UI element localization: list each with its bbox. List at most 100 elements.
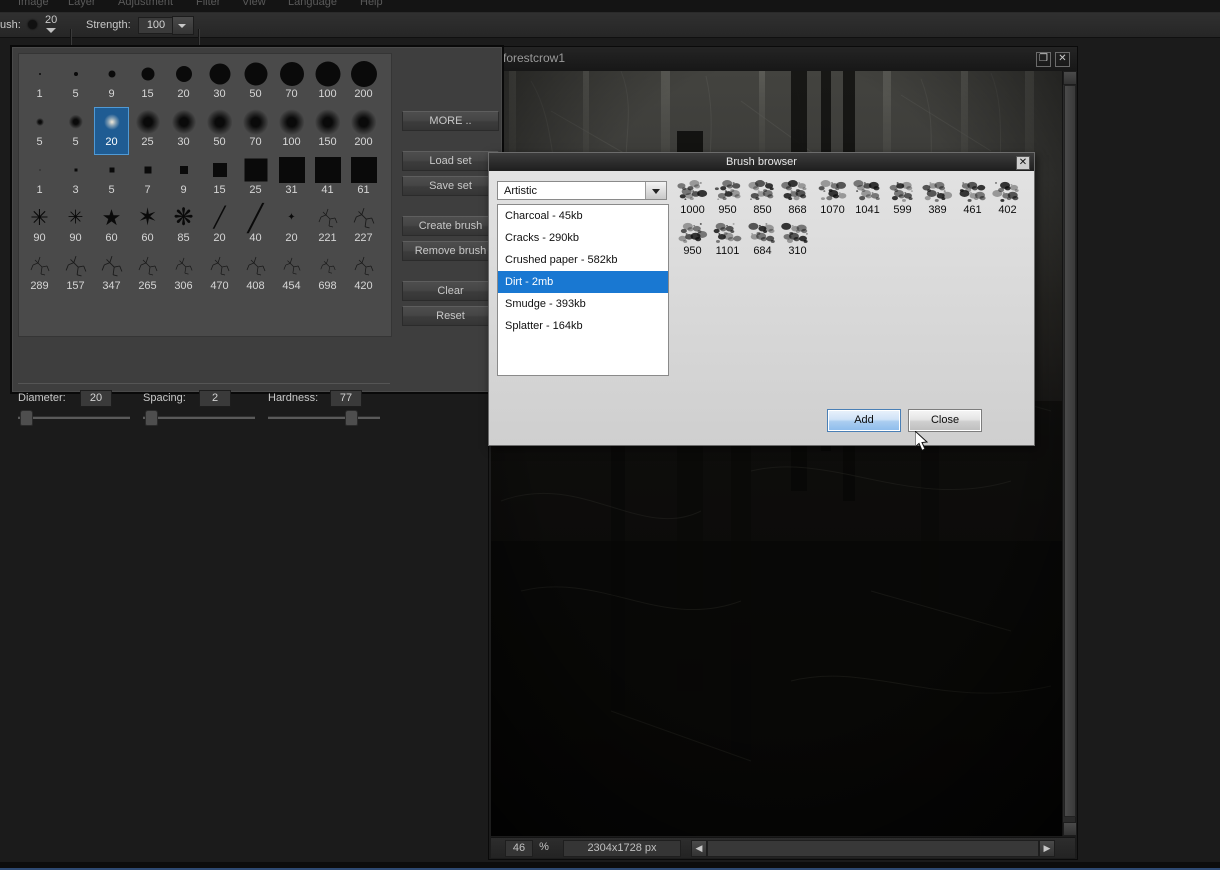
brush-set-item[interactable]: Charcoal - 45kb: [498, 205, 668, 227]
slider-knob[interactable]: [345, 410, 358, 426]
horizontal-scrollbar[interactable]: [707, 840, 1039, 857]
load-set-button[interactable]: Load set: [402, 151, 499, 171]
brush-preset-265-43[interactable]: 265: [130, 251, 165, 299]
scroll-down-icon[interactable]: [1063, 822, 1077, 836]
slider-value-input[interactable]: 2: [199, 390, 231, 407]
brush-thumbnail-grid[interactable]: 1000 950 850 868 1070 1041 599 389 461 402 950 1101…: [675, 179, 1025, 379]
brush-preset-85-34[interactable]: ❋ 85: [166, 203, 201, 251]
brush-preset-100-17[interactable]: 100: [274, 107, 309, 155]
slider-hardness[interactable]: Hardness: 77: [268, 390, 386, 430]
brush-thumb-389-7[interactable]: 389: [920, 179, 955, 221]
add-button[interactable]: Add: [827, 409, 901, 432]
brush-preset-70-16[interactable]: 70: [238, 107, 273, 155]
brush-preset-1-0[interactable]: 1: [22, 59, 57, 107]
category-dropdown-button[interactable]: [645, 182, 666, 199]
brush-size-value[interactable]: 20: [45, 14, 57, 26]
strength-input[interactable]: 100: [138, 17, 174, 34]
scroll-thumb[interactable]: [1064, 85, 1076, 817]
brush-thumb-1070-4[interactable]: 1070: [815, 179, 850, 221]
brush-preset-5-10[interactable]: 5: [22, 107, 57, 155]
brush-set-item[interactable]: Smudge - 393kb: [498, 293, 668, 315]
brush-preset-306-44[interactable]: 306: [166, 251, 201, 299]
slider-track[interactable]: [18, 416, 130, 419]
brush-thumb-1101-11[interactable]: 1101: [710, 220, 745, 262]
brush-preset-200-9[interactable]: 200: [346, 59, 381, 107]
brush-set-item[interactable]: Crushed paper - 582kb: [498, 249, 668, 271]
brush-preset-227-39[interactable]: 227: [346, 203, 381, 251]
scroll-up-icon[interactable]: [1063, 71, 1077, 85]
brush-preset-200-19[interactable]: 200: [346, 107, 381, 155]
chevron-down-icon[interactable]: [46, 28, 56, 33]
menu-item-view[interactable]: View: [242, 0, 266, 8]
brush-preset-20-37[interactable]: ✦ 20: [274, 203, 309, 251]
document-title-bar[interactable]: forestcrow1 ❐ ✕: [489, 47, 1077, 71]
brush-preset-70-7[interactable]: 70: [274, 59, 309, 107]
slider-knob[interactable]: [20, 410, 33, 426]
brush-preset-30-14[interactable]: 30: [166, 107, 201, 155]
brush-preset-15-25[interactable]: 15: [202, 155, 237, 203]
dialog-close-icon[interactable]: ✕: [1016, 156, 1030, 170]
maximize-icon[interactable]: ❐: [1036, 52, 1051, 67]
strength-dropdown-button[interactable]: [172, 16, 194, 35]
brush-preset-347-42[interactable]: 347: [94, 251, 129, 299]
brush-preset-90-30[interactable]: ✳ 90: [22, 203, 57, 251]
brush-thumb-868-3[interactable]: 868: [780, 179, 815, 221]
slider-knob[interactable]: [145, 410, 158, 426]
brush-preset-408-46[interactable]: 408: [238, 251, 273, 299]
menu-item-image[interactable]: Image: [18, 0, 49, 8]
brush-preset-420-49[interactable]: 420: [346, 251, 381, 299]
brush-thumb-1000-0[interactable]: 1000: [675, 179, 710, 221]
menu-item-filter[interactable]: Filter: [196, 0, 220, 8]
dialog-title-bar[interactable]: Brush browser ✕: [489, 153, 1034, 171]
more-button[interactable]: MORE ..: [402, 111, 499, 131]
brush-preset-7-23[interactable]: 7: [130, 155, 165, 203]
slider-track[interactable]: [268, 416, 380, 419]
brush-preset-15-3[interactable]: 15: [130, 59, 165, 107]
slider-diameter[interactable]: Diameter: 20: [18, 390, 136, 430]
brush-preset-30-5[interactable]: 30: [202, 59, 237, 107]
brush-thumb-950-1[interactable]: 950: [710, 179, 745, 221]
scroll-left-icon[interactable]: ◀: [691, 840, 707, 857]
brush-thumb-310-13[interactable]: 310: [780, 220, 815, 262]
brush-preset-5-11[interactable]: 5: [58, 107, 93, 155]
brush-preset-470-45[interactable]: 470: [202, 251, 237, 299]
brush-preset-25-13[interactable]: 25: [130, 107, 165, 155]
brush-preset-50-6[interactable]: 50: [238, 59, 273, 107]
brush-thumb-850-2[interactable]: 850: [745, 179, 780, 221]
brush-preset-9-24[interactable]: 9: [166, 155, 201, 203]
brush-preset-1-20[interactable]: 1: [22, 155, 57, 203]
brush-preset-20-4[interactable]: 20: [166, 59, 201, 107]
reset-button[interactable]: Reset: [402, 306, 499, 326]
vertical-scrollbar[interactable]: [1062, 71, 1077, 836]
menu-item-layer[interactable]: Layer: [68, 0, 96, 8]
save-set-button[interactable]: Save set: [402, 176, 499, 196]
slider-spacing[interactable]: Spacing: 2: [143, 390, 261, 430]
brush-preset-100-8[interactable]: 100: [310, 59, 345, 107]
brush-preset-150-18[interactable]: 150: [310, 107, 345, 155]
category-select[interactable]: Artistic: [497, 181, 667, 200]
brush-preset-221-38[interactable]: 221: [310, 203, 345, 251]
brush-preview-icon[interactable]: [28, 20, 37, 29]
menu-item-help[interactable]: Help: [360, 0, 383, 8]
brush-preset-60-33[interactable]: ✶ 60: [130, 203, 165, 251]
brush-set-item[interactable]: Cracks - 290kb: [498, 227, 668, 249]
clear-button[interactable]: Clear: [402, 281, 499, 301]
brush-preset-5-22[interactable]: 5: [94, 155, 129, 203]
brush-thumb-1041-5[interactable]: 1041: [850, 179, 885, 221]
brush-thumb-950-10[interactable]: 950: [675, 220, 710, 262]
brush-thumb-599-6[interactable]: 599: [885, 179, 920, 221]
brush-thumb-461-8[interactable]: 461: [955, 179, 990, 221]
slider-value-input[interactable]: 77: [330, 390, 362, 407]
brush-preset-3-21[interactable]: 3: [58, 155, 93, 203]
brush-preset-698-48[interactable]: 698: [310, 251, 345, 299]
brush-set-list[interactable]: Charcoal - 45kb Cracks - 290kb Crushed pap…: [497, 204, 669, 376]
zoom-value[interactable]: 46: [505, 840, 533, 857]
menu-item-adjustment[interactable]: Adjustment: [118, 0, 173, 8]
brush-preset-157-41[interactable]: 157: [58, 251, 93, 299]
slider-value-input[interactable]: 20: [80, 390, 112, 407]
brush-preset-31-27[interactable]: 31: [274, 155, 309, 203]
brush-preset-90-31[interactable]: ✳ 90: [58, 203, 93, 251]
close-icon[interactable]: ✕: [1055, 52, 1070, 67]
brush-preset-41-28[interactable]: 41: [310, 155, 345, 203]
brush-preset-454-47[interactable]: 454: [274, 251, 309, 299]
